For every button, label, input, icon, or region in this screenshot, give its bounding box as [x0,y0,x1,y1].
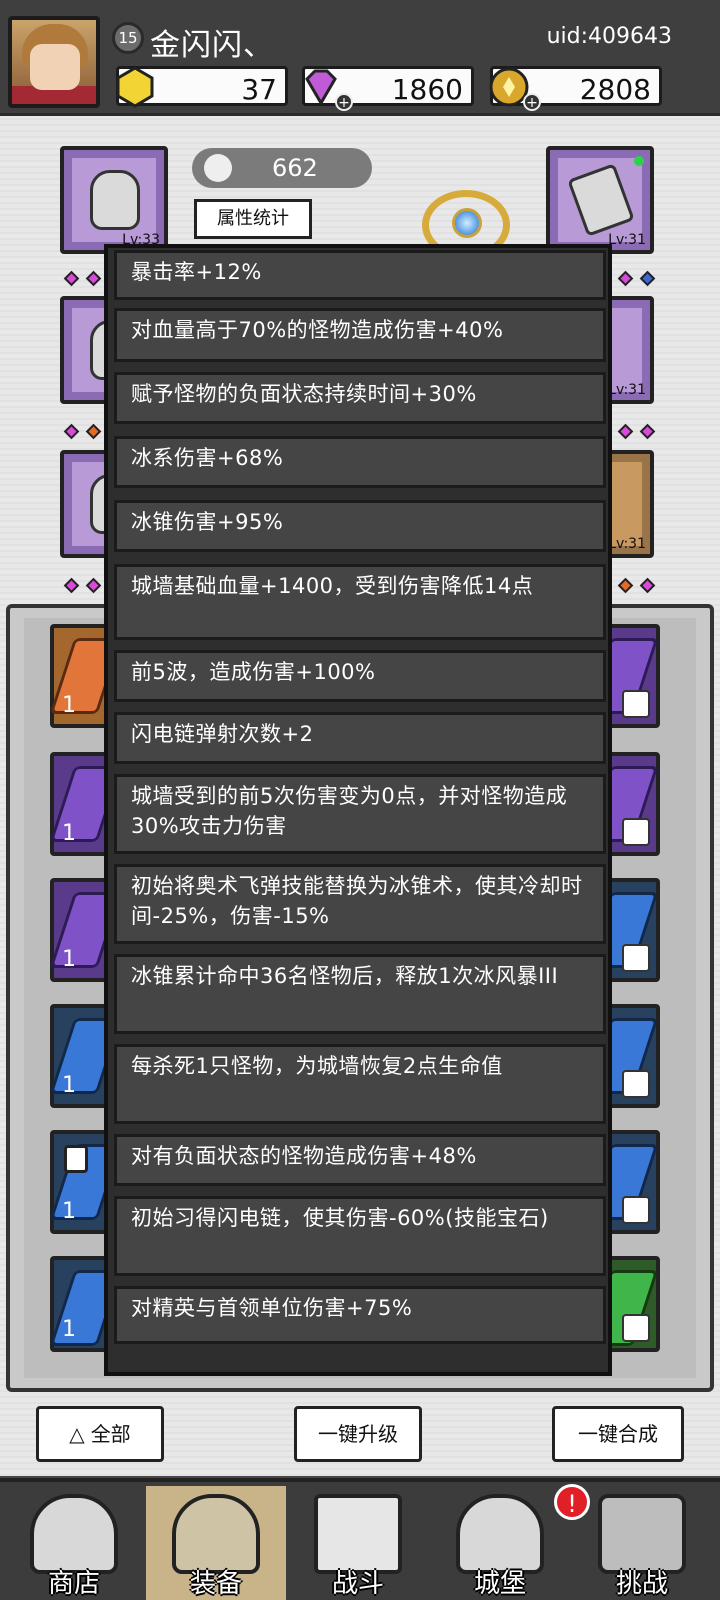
castle-icon [456,1494,544,1574]
staff-mini-icon [622,1070,650,1098]
tab-battle[interactable]: 战斗 [288,1486,428,1600]
upgrade-all-button[interactable]: 一键升级 [294,1406,422,1462]
power-score: 662 [192,148,372,188]
player-name: 金闪闪、 [150,28,274,63]
tooltip-line: 城墙受到的前5次伤害变为0点，并对怪物造成30%攻击力伤害 [114,774,606,854]
boots-mini-icon [622,690,650,718]
tab-castle-label: 城堡 [473,1569,526,1599]
stats-tooltip[interactable]: 暴击率+12% 对血量高于70%的怪物造成伤害+40% 赋予怪物的负面状态持续时… [104,244,612,1376]
tab-shop[interactable]: 商店 [4,1486,144,1600]
power-value: 662 [272,154,318,182]
merge-all-button[interactable]: 一键合成 [552,1406,684,1462]
tooltip-line: 对有负面状态的怪物造成伤害+48% [114,1134,606,1186]
tab-equipment[interactable]: 装备 [146,1486,286,1600]
coin-resource: + 2808 [489,66,662,111]
coin-value: 2808 [579,73,651,106]
tooltip-line: 城墙基础血量+1400，受到伤害降低14点 [114,564,606,640]
tab-challenge[interactable]: 挑战 [572,1486,712,1600]
power-icon [204,154,232,182]
slot-level: Lv:31 [608,536,646,552]
ring-mini-icon [622,1314,650,1342]
slot-level: Lv:31 [608,382,646,398]
item-count: 1 [62,1199,76,1224]
add-coins-button[interactable]: + [523,93,541,111]
upgrade-available-dot [634,156,644,166]
tab-challenge-label: 挑战 [615,1569,668,1599]
tooltip-line: 每杀死1只怪物，为城墙恢复2点生命值 [114,1044,606,1124]
item-count: 1 [62,693,76,718]
screen: 15 金闪闪、 uid:409643 37 + 1860 + 2808 Lv:3… [0,0,720,1600]
tooltip-line: 初始习得闪电链，使其伤害-60%(技能宝石) [114,1196,606,1276]
player-level-badge: 15 [112,22,144,54]
equip-slot-weapon[interactable]: Lv:31 [546,146,654,254]
triangle-icon: △ [69,1422,85,1446]
gem-resource: + 1860 [302,66,474,111]
lock-icon [64,1145,88,1173]
gold-resource: 37 [116,66,288,108]
item-count: 1 [62,821,76,846]
item-count: 1 [62,1317,76,1342]
gold-hexagon-icon [116,66,154,108]
add-gems-button[interactable]: + [335,93,353,111]
tab-castle[interactable]: 城堡 [430,1486,570,1600]
hat-mini-icon [622,818,650,846]
hero-staff-icon [416,146,516,260]
shop-icon [30,1494,118,1574]
tab-shop-label: 商店 [47,1569,100,1599]
filter-all-button[interactable]: △ 全部 [36,1406,164,1462]
item-count: 1 [62,1073,76,1098]
filter-label: 全部 [90,1422,131,1446]
helmet-icon [90,170,140,230]
equip-slot-helmet[interactable]: Lv:33 [60,146,168,254]
top-bar: 15 金闪闪、 uid:409643 37 + 1860 + 2808 [0,0,720,116]
gem-value: 1860 [391,73,463,106]
tooltip-line: 赋予怪物的负面状态持续时间+30% [114,372,606,424]
necklace-mini-icon [622,1196,650,1224]
staff-orb [452,208,482,238]
shield-icon [598,1494,686,1574]
tooltip-line: 闪电链弹射次数+2 [114,712,606,764]
tooltip-line: 冰锥累计命中36名怪物后，释放1次冰风暴III [114,954,606,1034]
tooltip-line: 前5波，造成伤害+100% [114,650,606,702]
tab-equipment-label: 装备 [189,1569,242,1599]
tab-battle-label: 战斗 [331,1569,384,1599]
avatar-face [30,44,80,90]
backpack-icon [172,1494,260,1574]
item-count: 1 [62,947,76,972]
tooltip-line: 初始将奥术飞弹技能替换为冰锥术，使其冷却时间-25%，伤害-15% [114,864,606,944]
alert-badge: ! [554,1484,590,1520]
slot-level: Lv:31 [608,232,646,248]
player-avatar[interactable] [8,16,100,108]
tooltip-line: 冰系伤害+68% [114,436,606,488]
tooltip-line: 冰锥伤害+95% [114,500,606,552]
tooltip-line: 暴击率+12% [114,250,606,300]
bottom-navigation: 商店 装备 战斗 城堡 挑战 [0,1478,720,1600]
player-uid: uid:409643 [546,24,672,49]
tooltip-line: 对精英与首领单位伤害+75% [114,1286,606,1344]
crossed-swords-icon [314,1494,402,1574]
stats-button[interactable]: 属性统计 [194,199,312,239]
tooltip-line: 对血量高于70%的怪物造成伤害+40% [114,308,606,362]
ring-mini-icon [622,944,650,972]
gold-value: 37 [241,73,277,106]
